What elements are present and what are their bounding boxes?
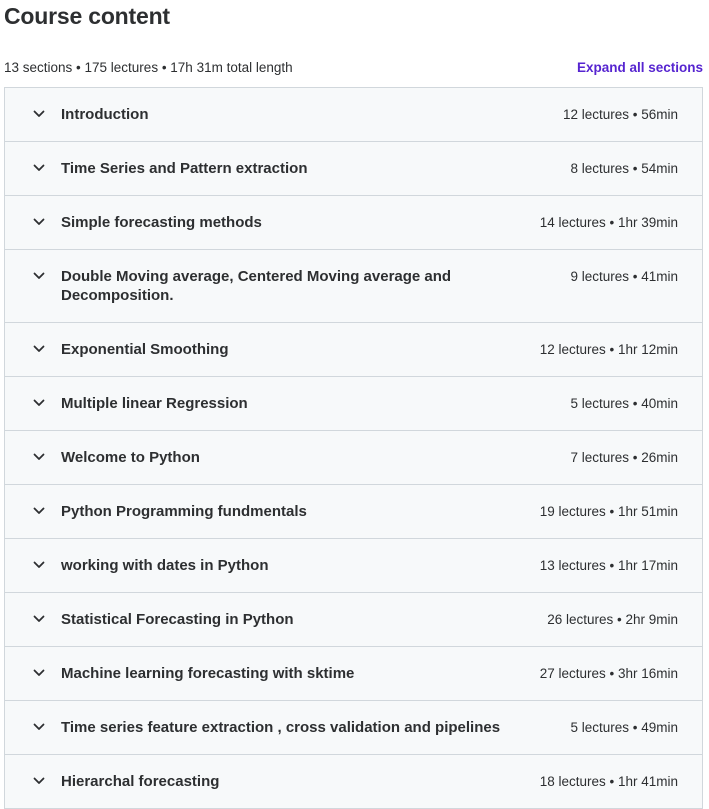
page-title: Course content [4, 3, 170, 29]
section-row-2[interactable]: Time Series and Pattern extraction 8 lec… [5, 142, 702, 196]
section-title: Statistical Forecasting in Python [61, 611, 294, 628]
section-title: Machine learning forecasting with sktime [61, 665, 355, 682]
section-title: Hierarchal forecasting [61, 773, 220, 790]
section-title: Time Series and Pattern extraction [61, 160, 308, 177]
section-title: Welcome to Python [61, 449, 200, 466]
course-content-panel: Course content 13 sections • 175 lecture… [0, 0, 709, 809]
section-title: Multiple linear Regression [61, 395, 248, 412]
chevron-down-icon[interactable] [33, 718, 45, 736]
section-meta: 5 lectures • 49min [570, 720, 678, 735]
section-row-7[interactable]: Welcome to Python 7 lectures • 26min [5, 431, 702, 485]
section-meta: 7 lectures • 26min [570, 450, 678, 465]
chevron-down-icon[interactable] [33, 105, 45, 123]
chevron-down-icon[interactable] [33, 772, 45, 790]
section-meta: 18 lectures • 1hr 41min [539, 774, 678, 789]
section-meta: 14 lectures • 1hr 39min [539, 215, 678, 230]
section-row-5[interactable]: Exponential Smoothing 12 lectures • 1hr … [5, 323, 702, 377]
section-meta: 26 lectures • 2hr 9min [547, 612, 678, 627]
chevron-down-icon[interactable] [33, 159, 45, 177]
section-title: Simple forecasting methods [61, 214, 262, 231]
section-row-13[interactable]: Hierarchal forecasting 18 lectures • 1hr… [5, 755, 702, 808]
section-title: Python Programming fundmentals [61, 503, 307, 520]
course-summary-row: 13 sections • 175 lectures • 17h 31m tot… [4, 58, 703, 76]
section-meta: 5 lectures • 40min [570, 396, 678, 411]
section-title: Double Moving average, Centered Moving a… [61, 268, 452, 304]
section-row-9[interactable]: working with dates in Python 13 lectures… [5, 539, 702, 593]
chevron-down-icon[interactable] [33, 267, 45, 285]
chevron-down-icon[interactable] [33, 664, 45, 682]
section-meta: 12 lectures • 1hr 12min [539, 342, 678, 357]
chevron-down-icon[interactable] [33, 340, 45, 358]
course-summary: 13 sections • 175 lectures • 17h 31m tot… [4, 59, 293, 75]
section-row-1[interactable]: Introduction 12 lectures • 56min [5, 88, 702, 142]
section-meta: 19 lectures • 1hr 51min [539, 504, 678, 519]
section-title: Introduction [61, 106, 149, 123]
chevron-down-icon[interactable] [33, 394, 45, 412]
chevron-down-icon[interactable] [33, 610, 45, 628]
section-meta: 8 lectures • 54min [570, 161, 678, 176]
sections-list: Introduction 12 lectures • 56min Time Se… [4, 87, 703, 809]
chevron-down-icon[interactable] [33, 502, 45, 520]
section-title: working with dates in Python [61, 557, 269, 574]
chevron-down-icon[interactable] [33, 448, 45, 466]
chevron-down-icon[interactable] [33, 213, 45, 231]
section-meta: 12 lectures • 56min [562, 107, 678, 122]
section-row-4[interactable]: Double Moving average, Centered Moving a… [5, 250, 702, 323]
section-meta: 13 lectures • 1hr 17min [539, 558, 678, 573]
section-row-10[interactable]: Statistical Forecasting in Python 26 lec… [5, 593, 702, 647]
section-meta: 27 lectures • 3hr 16min [539, 666, 678, 681]
section-row-11[interactable]: Machine learning forecasting with sktime… [5, 647, 702, 701]
expand-all-sections-button[interactable]: Expand all sections [577, 60, 703, 75]
section-row-3[interactable]: Simple forecasting methods 14 lectures •… [5, 196, 702, 250]
section-meta: 9 lectures • 41min [570, 269, 678, 284]
section-row-6[interactable]: Multiple linear Regression 5 lectures • … [5, 377, 702, 431]
section-row-12[interactable]: Time series feature extraction , cross v… [5, 701, 702, 755]
section-row-8[interactable]: Python Programming fundmentals 19 lectur… [5, 485, 702, 539]
section-title: Time series feature extraction , cross v… [61, 719, 501, 736]
section-title: Exponential Smoothing [61, 341, 229, 358]
chevron-down-icon[interactable] [33, 556, 45, 574]
